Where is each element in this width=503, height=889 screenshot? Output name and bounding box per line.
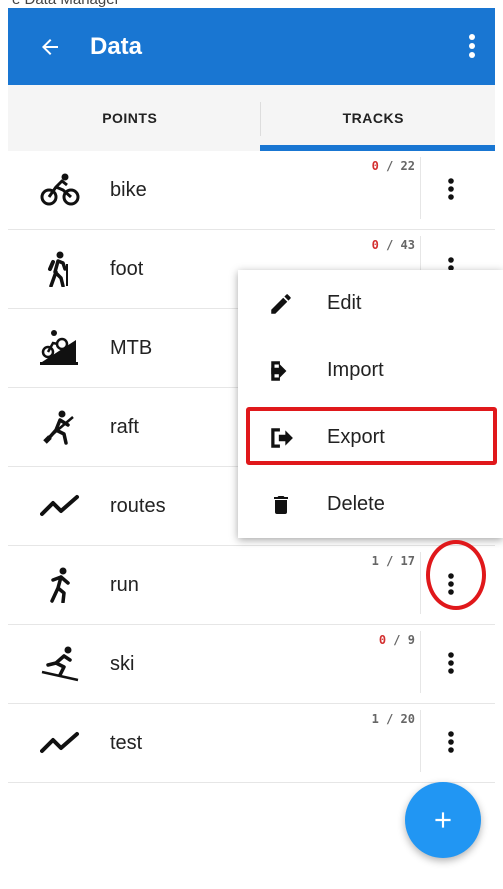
- list-item-name: MTB: [110, 336, 153, 359]
- rafting-icon: [36, 407, 84, 447]
- row-more-button[interactable]: [431, 722, 471, 762]
- list-item-name: test: [110, 731, 143, 754]
- row-divider: [420, 710, 421, 772]
- menu-item-export[interactable]: Export: [238, 404, 503, 471]
- back-arrow-icon: [42, 38, 58, 55]
- more-vertical-icon: [448, 573, 454, 595]
- pencil-icon: [266, 289, 296, 319]
- list-item[interactable]: run 1 / 17: [8, 546, 495, 625]
- more-vertical-icon: [469, 34, 475, 58]
- tab-points[interactable]: POINTS: [8, 85, 252, 151]
- row-divider: [420, 552, 421, 614]
- list-item-name: ski: [110, 652, 135, 675]
- menu-item-label: Edit: [327, 292, 362, 314]
- row-divider: [420, 157, 421, 219]
- export-icon: [266, 423, 296, 453]
- caption-strip: e Data Manager: [0, 0, 503, 8]
- partial-caption: e Data Manager: [12, 0, 120, 8]
- more-vertical-icon: [448, 178, 454, 200]
- list-item[interactable]: bike 0 / 22: [8, 151, 495, 230]
- back-button[interactable]: [30, 27, 70, 67]
- row-divider: [420, 631, 421, 693]
- track-count: 0 / 22: [371, 159, 415, 173]
- menu-item-label: Export: [327, 426, 385, 448]
- row-more-button[interactable]: [431, 564, 471, 604]
- context-menu: Edit Import Export Delete: [238, 270, 503, 538]
- list-item[interactable]: test 1 / 20: [8, 704, 495, 783]
- page-title: Data: [90, 32, 143, 60]
- list-item-name: routes: [110, 494, 166, 517]
- tab-bar: POINTS TRACKS: [8, 85, 495, 151]
- import-icon: [266, 356, 296, 386]
- track-count: 1 / 17: [371, 554, 415, 568]
- add-folder-fab[interactable]: [405, 782, 481, 858]
- row-more-button[interactable]: [431, 643, 471, 683]
- list-item-name: foot: [110, 257, 144, 280]
- app-bar: Data: [8, 8, 495, 85]
- running-icon: [36, 565, 84, 605]
- list-item[interactable]: ski 0 / 9: [8, 625, 495, 704]
- menu-item-import[interactable]: Import: [238, 337, 503, 404]
- skiing-icon: [36, 644, 84, 684]
- row-more-button[interactable]: [431, 169, 471, 209]
- list-item-name: bike: [110, 178, 147, 201]
- track-count: 0 / 43: [371, 238, 415, 252]
- app-bar-overflow-button[interactable]: [457, 26, 487, 66]
- track-count: 1 / 20: [371, 712, 415, 726]
- plus-icon: [435, 812, 451, 828]
- route-line-icon: [36, 486, 84, 526]
- more-vertical-icon: [448, 731, 454, 753]
- bike-icon: [36, 170, 84, 210]
- route-line-icon: [36, 723, 84, 763]
- list-item-name: run: [110, 573, 139, 596]
- list-item-name: raft: [110, 415, 139, 438]
- menu-item-edit[interactable]: Edit: [238, 270, 503, 337]
- tab-tracks[interactable]: TRACKS: [252, 85, 496, 151]
- more-vertical-icon: [448, 652, 454, 674]
- menu-item-label: Import: [327, 359, 384, 381]
- hiking-icon: [36, 249, 84, 289]
- trash-icon: [266, 490, 296, 520]
- menu-item-label: Delete: [327, 493, 385, 515]
- menu-item-delete[interactable]: Delete: [238, 471, 503, 538]
- track-count: 0 / 9: [378, 633, 415, 647]
- tab-divider: [260, 102, 261, 136]
- mountain-bike-icon: [36, 328, 84, 368]
